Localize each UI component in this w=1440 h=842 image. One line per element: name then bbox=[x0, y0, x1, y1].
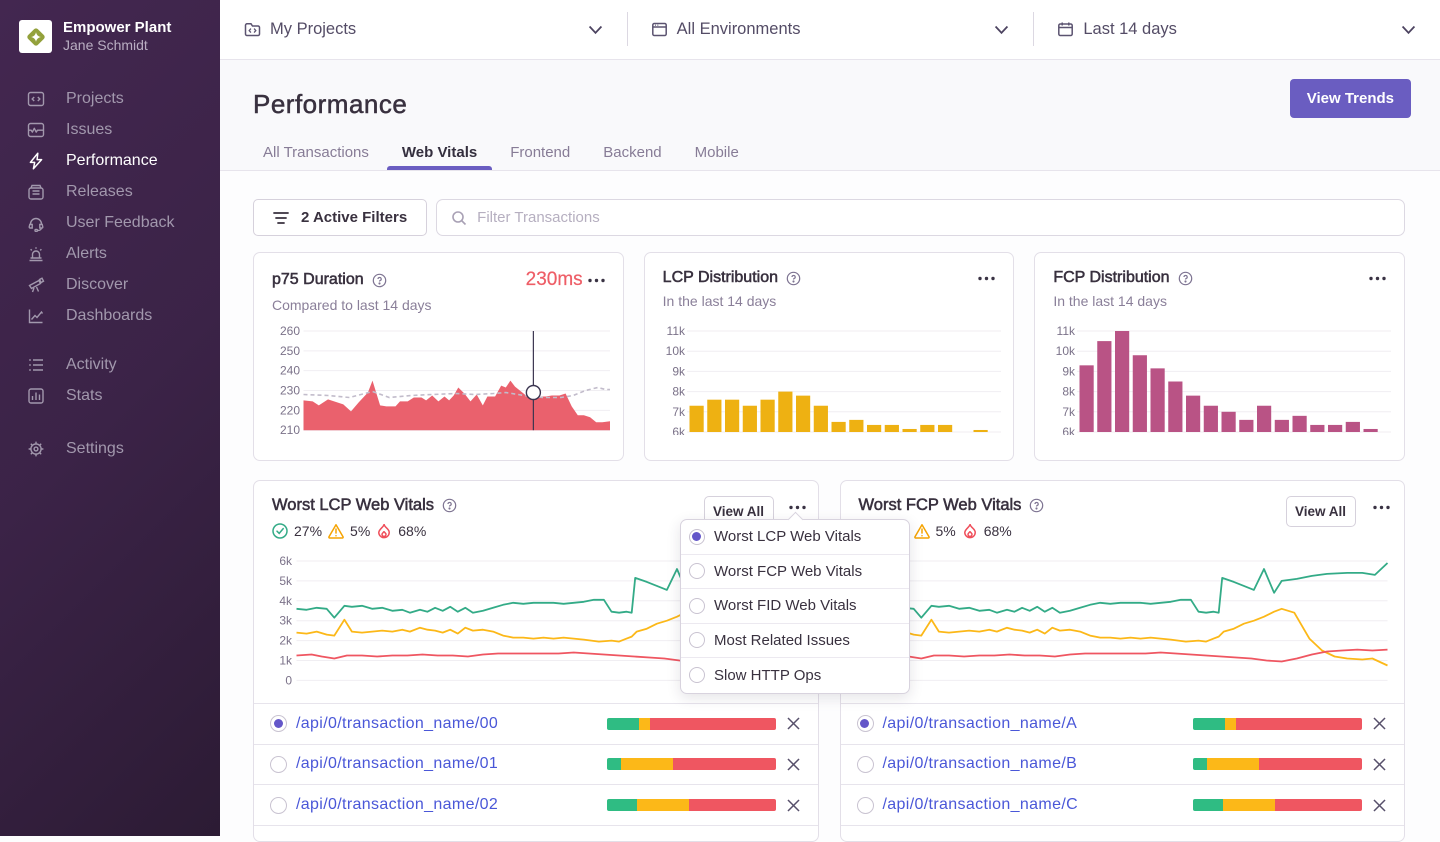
svg-text:6k: 6k bbox=[672, 425, 686, 435]
svg-text:11k: 11k bbox=[1057, 324, 1076, 338]
svg-text:7k: 7k bbox=[672, 405, 686, 419]
svg-text:10k: 10k bbox=[665, 344, 685, 358]
svg-text:250: 250 bbox=[280, 344, 300, 358]
svg-text:10k: 10k bbox=[1056, 344, 1076, 358]
svg-text:4k: 4k bbox=[279, 594, 293, 608]
svg-text:11k: 11k bbox=[666, 324, 685, 338]
svg-text:5k: 5k bbox=[279, 574, 293, 588]
svg-text:1k: 1k bbox=[279, 654, 293, 668]
svg-text:240: 240 bbox=[280, 364, 300, 378]
svg-text:220: 220 bbox=[280, 403, 300, 417]
svg-text:6k: 6k bbox=[1063, 425, 1077, 435]
svg-text:8k: 8k bbox=[1063, 385, 1077, 399]
svg-text:9k: 9k bbox=[672, 364, 686, 378]
svg-text:9k: 9k bbox=[1063, 364, 1077, 378]
svg-text:7k: 7k bbox=[1063, 405, 1077, 419]
svg-text:260: 260 bbox=[280, 324, 300, 338]
svg-text:0: 0 bbox=[285, 673, 292, 687]
svg-text:210: 210 bbox=[280, 423, 300, 435]
svg-text:6k: 6k bbox=[279, 555, 293, 568]
svg-text:2k: 2k bbox=[279, 634, 293, 648]
svg-text:8k: 8k bbox=[672, 385, 686, 399]
svg-text:3k: 3k bbox=[279, 614, 293, 628]
svg-text:230: 230 bbox=[280, 384, 300, 398]
